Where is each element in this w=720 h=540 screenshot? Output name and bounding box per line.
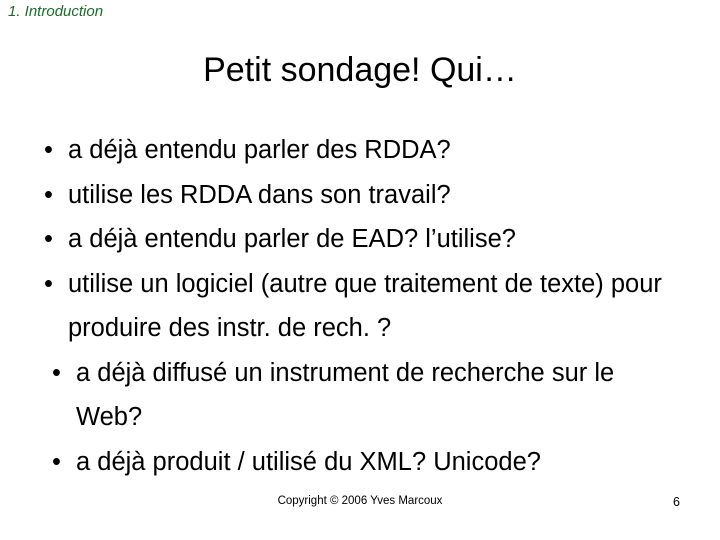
- list-item-label: a déjà entendu parler de EAD? l’utilise?: [68, 225, 516, 253]
- slide-title: Petit sondage! Qui…: [203, 51, 517, 89]
- list-item: • utilise un logiciel (autre que traitem…: [38, 262, 674, 351]
- bullet-point-icon: •: [52, 447, 61, 476]
- list-item: • a déjà entendu parler de EAD? l’utilis…: [38, 217, 674, 262]
- bullet-point-icon: •: [52, 358, 61, 387]
- list-item-label: utilise un logiciel (autre que traitemen…: [68, 269, 662, 343]
- page-number: 6: [673, 495, 680, 509]
- list-item-label: a déjà diffusé un instrument de recherch…: [76, 358, 615, 432]
- bullet-point-icon: •: [44, 136, 53, 164]
- list-item-label: a déjà entendu parler des RDDA?: [68, 136, 451, 164]
- list-item-label: a déjà produit / utilisé du XML? Unicode…: [76, 447, 541, 476]
- slide-canvas: 1. Introduction Petit sondage! Qui… • a …: [0, 0, 720, 540]
- bullet-point-icon: •: [44, 180, 53, 209]
- bullet-point-icon: •: [44, 269, 53, 298]
- bullet-point-icon: •: [44, 225, 53, 253]
- list-item: • a déjà entendu parler des RDDA?: [38, 128, 674, 173]
- list-item: • a déjà produit / utilisé du XML? Unico…: [38, 440, 674, 485]
- list-item: • a déjà diffusé un instrument de recher…: [38, 351, 674, 440]
- copyright-notice: Copyright © 2006 Yves Marcoux: [277, 495, 443, 507]
- slide-footer: Copyright © 2006 Yves Marcoux 6: [0, 495, 720, 515]
- list-item: • utilise les RDDA dans son travail?: [38, 173, 674, 218]
- bullet-list: • a déjà entendu parler des RDDA? • util…: [38, 128, 674, 484]
- section-header: 1. Introduction: [8, 3, 104, 20]
- list-item-label: utilise les RDDA dans son travail?: [68, 180, 451, 209]
